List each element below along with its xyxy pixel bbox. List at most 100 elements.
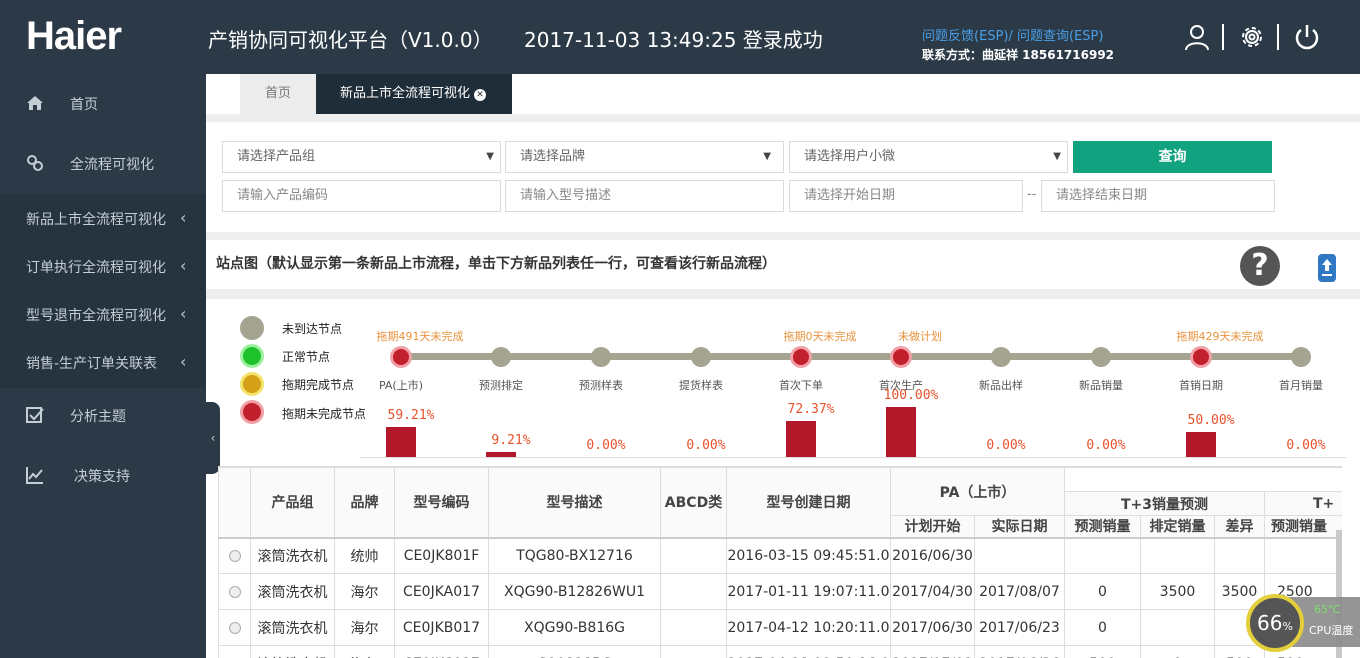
station-warning: 未做计划 — [898, 330, 942, 343]
table-cell: 2017-04-12 10:20:11.0 — [726, 609, 891, 646]
row-radio[interactable] — [228, 585, 241, 598]
station-node[interactable] — [1190, 346, 1212, 368]
row-select-cell[interactable] — [218, 536, 251, 574]
header-diff[interactable]: 差异 — [1214, 515, 1265, 538]
row-select-cell[interactable] — [218, 609, 251, 646]
tab-home[interactable]: 首页 — [240, 74, 316, 114]
table-row[interactable]: 滚筒洗衣机海尔CE0JKC017G90818BG 2017-04-18 09:50… — [218, 645, 1342, 658]
station-node[interactable] — [1291, 347, 1311, 367]
header-model-desc[interactable]: 型号描述 — [488, 467, 661, 538]
station-map-title: 站点图（默认显示第一条新品上市流程，单击下方新品列表任一行，可查看该行新品流程） — [216, 256, 776, 272]
tab-new-product[interactable]: 新品上市全流程可视化 ✕ — [316, 74, 512, 114]
table-cell — [660, 609, 727, 646]
sidebar-collapse-toggle[interactable]: ‹ — [206, 402, 220, 474]
header-plan-start[interactable]: 计划开始 — [890, 515, 975, 538]
sidebar-item-label: 型号退市全流程可视化 — [26, 308, 166, 324]
query-button[interactable]: 查询 — [1073, 141, 1272, 173]
header-forecast-sales[interactable]: 预测销量 — [1064, 515, 1141, 538]
gauge-temp: 65℃ — [1314, 603, 1341, 616]
table-cell: TQG80-BX12716 — [488, 536, 661, 574]
power-icon[interactable] — [1292, 22, 1322, 52]
table-cell — [974, 536, 1065, 574]
user-team-select[interactable]: 请选择用户小微 ▼ — [789, 141, 1068, 173]
row-select-cell[interactable] — [218, 645, 251, 658]
feedback-link[interactable]: 问题反馈(ESP)/ 问题查询(ESP) — [922, 25, 1103, 44]
legend-dot-unreached — [240, 316, 264, 340]
select-value: 请选择产品组 — [237, 149, 316, 164]
table-cell — [1140, 609, 1215, 646]
sidebar-item-order-exec[interactable]: 订单执行全流程可视化 ‹ — [0, 246, 206, 286]
sidebar-item-home[interactable]: 首页 — [0, 83, 206, 123]
station-node[interactable] — [691, 347, 711, 367]
gauge-label: CPU温度 — [1309, 624, 1354, 637]
station-node[interactable] — [1091, 347, 1111, 367]
header-forecast-sales-next[interactable]: 预测销量 — [1264, 515, 1342, 538]
station-node[interactable] — [991, 347, 1011, 367]
product-code-input[interactable]: 请输入产品编码 — [222, 180, 501, 212]
row-radio[interactable] — [228, 549, 241, 562]
sidebar-item-new-product[interactable]: 新品上市全流程可视化 ‹ — [0, 198, 206, 238]
gear-icon[interactable] — [1237, 22, 1267, 52]
close-icon[interactable]: ✕ — [474, 89, 487, 101]
user-icon[interactable] — [1182, 22, 1212, 52]
product-grid: 产品组 品牌 型号编码 型号描述 ABCD类 型号创建日期 PA（上市） T+3… — [218, 467, 1342, 658]
bar-value-label: 50.00% — [1187, 413, 1235, 428]
station-warning: 拖期429天未完成 — [1176, 330, 1264, 343]
station-node[interactable] — [591, 347, 611, 367]
divider-band — [206, 114, 1360, 122]
table-cell — [1214, 536, 1265, 574]
model-desc-input[interactable]: 请输入型号描述 — [505, 180, 784, 212]
table-row[interactable]: 滚筒洗衣机 海尔 CE0JKA017 XQG90-B12826WU1 2017-01-1… — [218, 573, 1342, 610]
sidebar-item-analysis[interactable]: 分析主题 — [0, 395, 206, 435]
gauge-percent: 66 — [1257, 611, 1283, 635]
row-select-cell[interactable] — [218, 573, 251, 610]
sidebar-item-sales-order[interactable]: 销售-生产订单关联表 ‹ — [0, 342, 206, 382]
header-product-group[interactable]: 产品组 — [250, 467, 335, 538]
table-cell: 500 — [1064, 645, 1141, 658]
table-cell: 滚筒洗衣机 — [250, 536, 335, 574]
sidebar-item-full-process[interactable]: 全流程可视化 — [0, 143, 206, 183]
station-track — [400, 353, 1302, 360]
help-icon[interactable]: ? — [1240, 246, 1280, 286]
table-cell: CE0JKA017 — [394, 573, 489, 610]
bar-value-label: 0.00% — [1286, 438, 1326, 453]
brand-select[interactable]: 请选择品牌 ▼ — [505, 141, 784, 173]
table-cell — [660, 536, 727, 574]
station-node[interactable] — [790, 346, 812, 368]
header-abcd[interactable]: ABCD类 — [660, 467, 727, 538]
header-model-code[interactable]: 型号编码 — [394, 467, 489, 538]
table-cell: 0 — [1140, 645, 1215, 658]
bar-value-label: 0.00% — [686, 438, 726, 453]
table-cell: 0 — [1064, 573, 1141, 610]
table-cell: CE0JKB017 — [394, 609, 489, 646]
start-date-input[interactable]: 请选择开始日期 — [789, 180, 1023, 212]
product-group-select[interactable]: 请选择产品组 ▼ — [222, 141, 501, 173]
header-pa: PA（上市） — [890, 467, 1065, 516]
product-table: 产品组 品牌 型号编码 型号描述 ABCD类 型号创建日期 PA（上市） T+3… — [218, 466, 1342, 658]
haier-logo[interactable]: Haier — [26, 14, 122, 59]
station-node[interactable] — [491, 347, 511, 367]
header-brand[interactable]: 品牌 — [334, 467, 395, 538]
tab-bar: 首页 新品上市全流程可视化 ✕ — [206, 74, 1360, 116]
station-label: 首月销量 — [1279, 379, 1323, 392]
sidebar-item-model-delist[interactable]: 型号退市全流程可视化 ‹ — [0, 294, 206, 334]
station-node[interactable] — [890, 346, 912, 368]
table-row[interactable]: 滚筒洗衣机 海尔 CE0JKB017 XQG90-B816G 2017-04-12 10… — [218, 609, 1342, 646]
header-scheduled-sales[interactable]: 排定销量 — [1140, 515, 1215, 538]
table-cell — [660, 645, 727, 658]
station-node[interactable] — [390, 346, 412, 368]
sidebar-item-label: 订单执行全流程可视化 — [26, 260, 166, 276]
upload-icon[interactable] — [1318, 254, 1336, 282]
table-row[interactable]: 滚筒洗衣机 统帅 CE0JK801F TQG80-BX12716 2016-03-15 … — [218, 536, 1342, 574]
table-cell: 滚筒洗衣机 — [250, 645, 335, 658]
sidebar-item-decision[interactable]: 决策支持 — [0, 455, 206, 495]
end-date-input[interactable]: 请选择结束日期 — [1041, 180, 1275, 212]
table-cell: XQG90-B12826WU1 — [488, 573, 661, 610]
bar-value-label: 0.00% — [586, 438, 626, 453]
header-create-date[interactable]: 型号创建日期 — [726, 467, 891, 538]
app-title: 产销协同可视化平台（V1.0.0） — [208, 28, 493, 52]
row-radio[interactable] — [228, 621, 241, 634]
header-actual-date[interactable]: 实际日期 — [974, 515, 1065, 538]
sidebar: 首页 全流程可视化 新品上市全流程可视化 ‹ 订单执行全流程可视化 ‹ 型号退市… — [0, 74, 206, 658]
sidebar-item-label: 全流程可视化 — [70, 157, 154, 173]
